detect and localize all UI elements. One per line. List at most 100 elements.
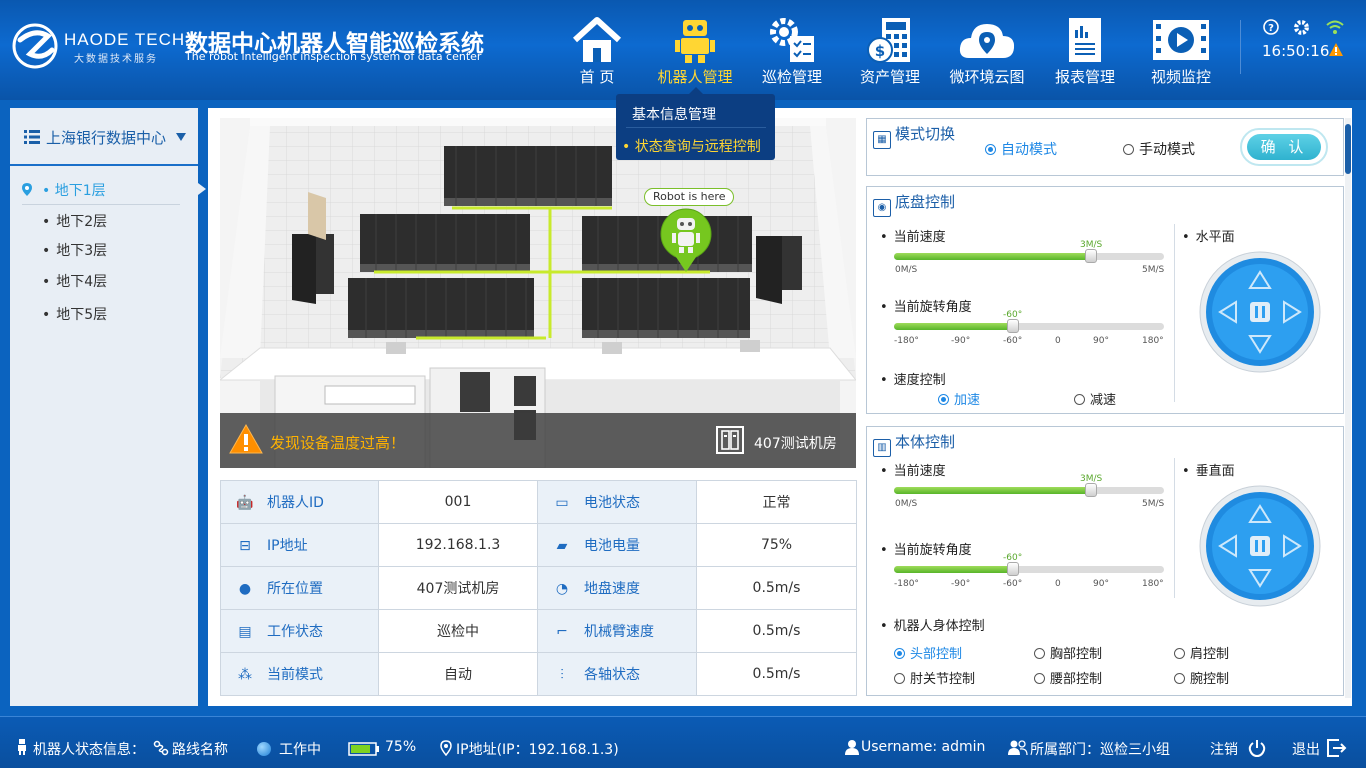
slider-knob[interactable] — [1006, 562, 1019, 576]
power-icon[interactable] — [1248, 739, 1266, 757]
horizontal-joystick[interactable] — [1198, 250, 1322, 374]
robot-location-marker[interactable] — [658, 208, 714, 274]
menu-basic-info[interactable]: 基本信息管理 — [632, 104, 716, 124]
nav-environment-cloud[interactable]: 微环境云图 — [942, 12, 1032, 90]
header-divider — [1240, 20, 1241, 74]
radio-dot — [1174, 673, 1185, 684]
sidebar-divider — [22, 204, 180, 205]
home-icon — [572, 17, 622, 62]
angle-tick: -90° — [951, 579, 971, 589]
robot-here-label: Robot is here — [644, 188, 735, 206]
nav-asset-management[interactable]: $ 资产管理 — [845, 12, 935, 90]
axis-icon: ⫶ — [560, 667, 564, 683]
chassis-speed-slider[interactable] — [894, 249, 1164, 263]
confirm-button[interactable]: 确 认 — [1240, 128, 1328, 166]
table-cell-label: ⊟ IP地址 — [220, 523, 379, 567]
body-speed-min: 0M/S — [895, 499, 918, 509]
clock-time: 16:50:16 — [1262, 42, 1330, 60]
decelerate-radio[interactable]: 减速 — [1074, 389, 1116, 408]
nav-inspection-management[interactable]: 巡检管理 — [747, 12, 837, 90]
radio-dot — [938, 394, 949, 405]
shoulder-control-radio[interactable]: 肩控制 — [1174, 643, 1229, 662]
settings-gear-icon[interactable] — [1293, 19, 1310, 36]
slider-knob[interactable] — [1085, 483, 1098, 497]
label-current-mode: 当前模式 — [267, 667, 323, 683]
auto-mode-label: 自动模式 — [1001, 142, 1057, 158]
chassis-speed-max: 5M/S — [1142, 265, 1165, 275]
route-icon — [153, 740, 169, 756]
sidebar-floor-b4[interactable]: • 地下4层 — [42, 271, 107, 291]
route-name: 路线名称 — [172, 742, 228, 758]
sidebar-floor-b2[interactable]: • 地下2层 — [42, 211, 107, 231]
logout-label: 注销 — [1210, 742, 1238, 758]
help-icon[interactable]: ? — [1263, 19, 1279, 35]
angle-tick: 90° — [1093, 336, 1109, 346]
accelerate-radio[interactable]: 加速 — [938, 389, 980, 408]
server-room-icon — [716, 426, 744, 454]
nav-home[interactable]: 首 页 — [552, 12, 642, 90]
radio-dot — [894, 648, 905, 659]
gear-checklist-icon — [770, 18, 814, 62]
angle-tick: 0 — [1055, 579, 1061, 589]
body-angle-label: 当前旋转角度 — [880, 539, 972, 558]
slider-knob[interactable] — [1085, 249, 1098, 263]
label-arm-speed: 机械臂速度 — [584, 624, 654, 640]
table-cell-label: ⌐ 机械臂速度 — [537, 609, 697, 653]
vertical-joystick[interactable] — [1198, 484, 1322, 608]
scrollbar-thumb[interactable] — [1345, 124, 1351, 174]
chassis-divider — [1174, 224, 1175, 402]
right-panel-scrollbar[interactable] — [1345, 118, 1351, 698]
warning-icon[interactable] — [1328, 42, 1344, 57]
slider-fill — [894, 323, 1013, 330]
nav-environment-label: 微环境云图 — [949, 68, 1025, 86]
sidebar-floor-b3[interactable]: • 地下3层 — [42, 240, 107, 260]
nav-asset-label: 资产管理 — [859, 68, 920, 86]
waist-control-radio[interactable]: 腰部控制 — [1034, 668, 1102, 687]
wrist-control-radio[interactable]: 腕控制 — [1174, 668, 1229, 687]
angle-tick: -180° — [894, 336, 919, 346]
chassis-panel-icon: ◉ — [873, 199, 891, 217]
wifi-icon[interactable] — [1325, 18, 1345, 36]
location-pin-icon — [440, 740, 452, 756]
table-cell-label: ⫶ 各轴状态 — [537, 652, 697, 696]
table-row: ⁂ 当前模式 自动 ⫶ 各轴状态 0.5m/s — [220, 652, 857, 696]
chassis-angle-slider[interactable] — [894, 319, 1164, 333]
manual-mode-radio[interactable]: 手动模式 — [1123, 139, 1195, 159]
menu-status-remote-control[interactable]: • 状态查询与远程控制 — [622, 136, 761, 156]
username: Username: admin — [861, 739, 986, 755]
table-cell-value: 巡检中 — [378, 609, 538, 653]
angle-tick: -90° — [951, 336, 971, 346]
elbow-control-radio[interactable]: 肘关节控制 — [894, 668, 975, 687]
logout-button[interactable]: 注销 — [1210, 739, 1238, 759]
chassis-title-text: 底盘控制 — [895, 193, 956, 211]
label-battery-status: 电池状态 — [584, 495, 640, 511]
exit-button[interactable]: 退出 — [1292, 739, 1320, 759]
auto-mode-radio[interactable]: 自动模式 — [985, 139, 1057, 159]
body-angle-slider[interactable] — [894, 562, 1164, 576]
chassis-panel-title: ◉ 底盘控制 — [873, 191, 955, 217]
radio-dot — [1034, 648, 1045, 659]
exit-door-icon[interactable] — [1327, 739, 1347, 757]
body-speed-slider[interactable] — [894, 483, 1164, 497]
sidebar-floor-b1[interactable]: • 地下1层 — [42, 180, 106, 200]
datacenter-name: 上海银行数据中心 — [46, 129, 167, 147]
body-speed-max: 5M/S — [1142, 499, 1165, 509]
nav-robot-management[interactable]: 机器人管理 — [650, 12, 740, 90]
nav-report-management[interactable]: 报表管理 — [1040, 12, 1130, 90]
robot-management-dropdown: 基本信息管理 • 状态查询与远程控制 — [616, 87, 775, 160]
header: HAODE TECH 大数据技术服务 数据中心机器人智能巡检系统 The rob… — [0, 0, 1366, 100]
svg-text:$: $ — [875, 42, 885, 60]
chest-control-label: 胸部控制 — [1050, 647, 1103, 662]
table-row: ● 所在位置 407测试机房 ◔ 地盘速度 0.5m/s — [220, 566, 857, 610]
head-control-radio[interactable]: 头部控制 — [894, 643, 962, 662]
body-divider — [1174, 458, 1175, 598]
nav-video-monitoring[interactable]: 视频监控 — [1136, 12, 1226, 90]
slider-knob[interactable] — [1006, 319, 1019, 333]
working-status: 工作中 — [279, 742, 321, 758]
chest-control-radio[interactable]: 胸部控制 — [1034, 643, 1102, 662]
table-cell-value: 75% — [696, 523, 857, 567]
sidebar-header[interactable]: 上海银行数据中心 — [10, 108, 198, 166]
robot-arm-icon: ⌐ — [556, 624, 568, 640]
sidebar-floor-b5[interactable]: • 地下5层 — [42, 304, 107, 324]
table-cell-label: ◔ 地盘速度 — [537, 566, 697, 610]
